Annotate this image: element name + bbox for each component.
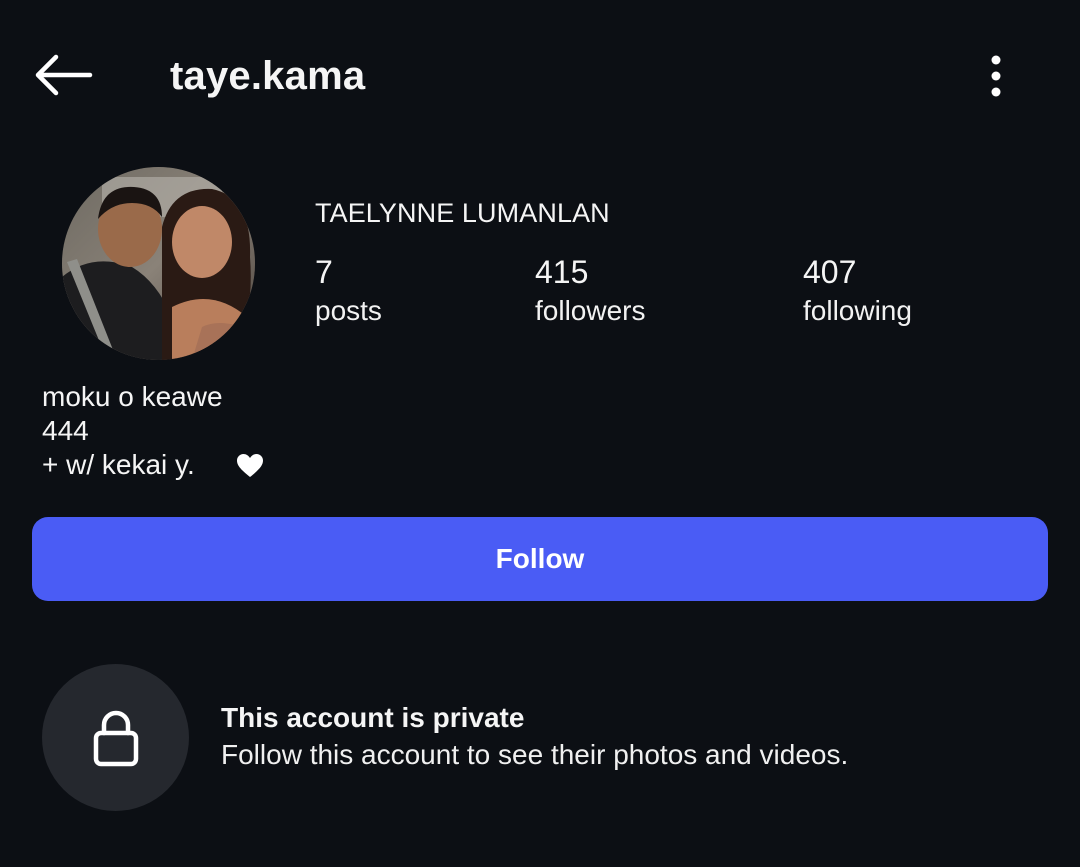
following-count: 407: [803, 254, 857, 290]
stat-posts[interactable]: 7 posts: [315, 252, 382, 330]
full-name: TAELYNNE LUMANLAN: [315, 198, 610, 228]
back-button[interactable]: [28, 46, 98, 104]
avatar[interactable]: [62, 167, 255, 360]
stat-following[interactable]: 407 following: [803, 252, 912, 330]
followers-count: 415: [535, 254, 589, 290]
heart-icon: [236, 453, 264, 479]
posts-label: posts: [315, 295, 382, 326]
profile-photo: [62, 167, 255, 360]
following-label: following: [803, 295, 912, 326]
followers-label: followers: [535, 295, 646, 326]
bio-line: + w/ kekai y.: [42, 449, 195, 480]
more-vertical-icon: [991, 55, 1001, 97]
lock-icon: [93, 710, 138, 766]
private-subtitle: Follow this account to see their photos …: [221, 739, 849, 770]
bio-line: moku o keawe: [42, 381, 223, 412]
posts-count: 7: [315, 254, 333, 290]
arrow-left-icon: [35, 54, 93, 96]
private-title: This account is private: [221, 702, 525, 733]
bio-line: 444: [42, 415, 89, 446]
stat-followers[interactable]: 415 followers: [535, 252, 645, 330]
profile-username: taye.kama: [170, 54, 366, 98]
follow-button[interactable]: Follow: [32, 517, 1048, 601]
more-options-button[interactable]: [972, 48, 1020, 104]
lock-badge: [42, 664, 189, 811]
bio: moku o keawe 444 + w/ kekai y.: [42, 380, 223, 482]
